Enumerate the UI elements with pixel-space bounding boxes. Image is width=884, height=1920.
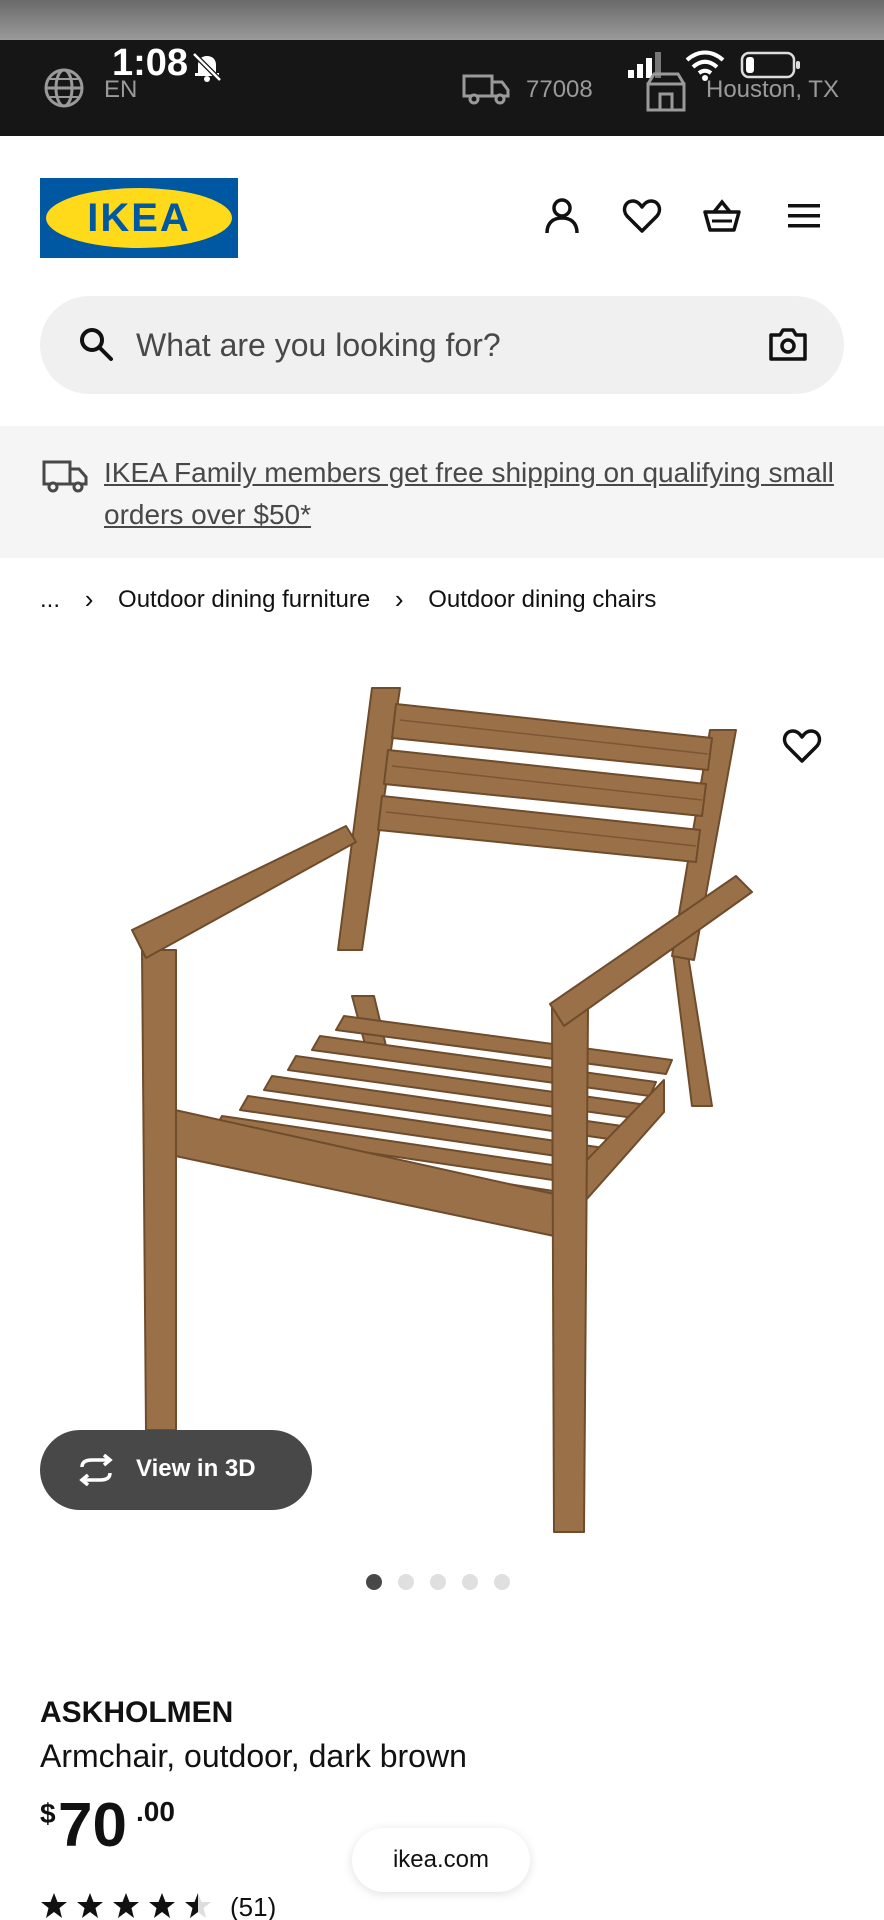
promo-link[interactable]: IKEA Family members get free shipping on… xyxy=(104,452,844,536)
basket-icon[interactable] xyxy=(702,196,742,236)
heart-icon[interactable] xyxy=(782,726,822,766)
menu-icon[interactable] xyxy=(784,196,824,236)
search-icon[interactable] xyxy=(78,326,114,362)
carousel-dot-2[interactable] xyxy=(398,1574,414,1590)
product-image[interactable] xyxy=(0,660,884,1550)
heart-icon[interactable] xyxy=(622,196,662,236)
breadcrumb-outdoor-dining-chairs[interactable]: Outdoor dining chairs xyxy=(428,586,656,614)
star-half-icon xyxy=(185,1893,211,1918)
price-integer: 70 xyxy=(58,1791,127,1860)
camera-icon[interactable] xyxy=(768,326,808,362)
view-in-3d-button[interactable]: View in 3D xyxy=(40,1430,312,1510)
chevron-right-icon: › xyxy=(84,584,94,614)
star-full-icon xyxy=(149,1893,175,1918)
product-description: Armchair, outdoor, dark brown xyxy=(40,1738,467,1774)
status-bar: EN 1:08 77008 Houston, TX xyxy=(0,40,884,136)
site-header: IKEA xyxy=(0,136,884,296)
clock-time: 1:08 xyxy=(112,42,189,84)
bell-muted-icon xyxy=(192,52,222,82)
star-full-icon xyxy=(41,1893,67,1918)
carousel-dot-5[interactable] xyxy=(494,1574,510,1590)
product-name: ASKHOLMEN xyxy=(40,1696,234,1729)
search-input[interactable]: What are you looking for? xyxy=(136,327,501,364)
carousel-dot-3[interactable] xyxy=(430,1574,446,1590)
breadcrumb: ... › Outdoor dining furniture › Outdoor… xyxy=(40,584,656,615)
carousel-dot-4[interactable] xyxy=(462,1574,478,1590)
rotate-3d-icon xyxy=(79,1454,113,1486)
star-full-icon xyxy=(113,1893,139,1918)
user-icon[interactable] xyxy=(542,196,582,236)
site-url: ikea.com xyxy=(392,1846,490,1873)
price-decimal: .00 xyxy=(136,1796,175,1827)
delivery-truck-icon xyxy=(42,460,88,493)
search-bar[interactable]: What are you looking for? xyxy=(40,296,844,394)
store-location[interactable]: Houston, TX xyxy=(706,76,839,104)
logo-text: IKEA xyxy=(87,196,191,240)
star-full-icon xyxy=(77,1893,103,1918)
chevron-right-icon: › xyxy=(394,584,404,614)
breadcrumb-ellipsis[interactable]: ... xyxy=(40,586,60,614)
review-count[interactable]: (51) xyxy=(230,1892,276,1920)
breadcrumb-outdoor-dining-furniture[interactable]: Outdoor dining furniture xyxy=(118,586,370,614)
top-shade xyxy=(0,0,884,40)
globe-icon[interactable] xyxy=(42,66,86,110)
delivery-truck-icon[interactable] xyxy=(462,68,510,108)
promo-banner[interactable]: IKEA Family members get free shipping on… xyxy=(0,426,884,558)
carousel-dot-1[interactable] xyxy=(366,1574,382,1590)
zip-code[interactable]: 77008 xyxy=(526,76,593,104)
store-icon[interactable] xyxy=(644,70,688,114)
browser-url-pill[interactable]: ikea.com xyxy=(352,1828,530,1892)
ikea-logo[interactable]: IKEA xyxy=(40,178,238,258)
view-in-3d-label: View in 3D xyxy=(136,1455,256,1482)
price-currency: $ xyxy=(40,1798,56,1829)
